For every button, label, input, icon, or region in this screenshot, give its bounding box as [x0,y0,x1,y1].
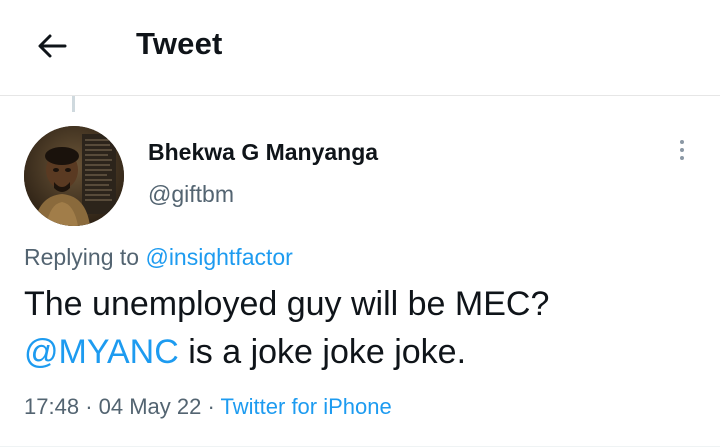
page-title: Tweet [136,26,223,61]
bottom-divider [0,446,720,447]
arrow-left-icon [38,34,67,58]
vertical-ellipsis-icon [680,140,684,144]
tweet-text-line-2: @MYANC is a joke joke joke. [24,328,704,376]
thread-connector-line [72,96,75,112]
replying-to-line: Replying to @insightfactor [24,242,293,272]
tweet-date: 04 May 22 [98,394,202,419]
replying-to-mention-link[interactable]: @insightfactor [145,244,292,270]
tweet-meta: 17:48 · 04 May 22 · Twitter for iPhone [24,392,392,422]
meta-separator: · [85,394,93,419]
tweet-text: The unemployed guy will be MEC? @MYANC i… [24,280,704,376]
ellipsis-dot [680,148,684,152]
meta-separator: · [207,394,215,419]
author-display-name[interactable]: Bhekwa G Manyanga [148,138,378,166]
replying-to-prefix: Replying to [24,244,140,270]
tweet-time: 17:48 [24,394,80,419]
author-handle[interactable]: @giftbm [148,180,234,208]
avatar[interactable] [24,126,124,226]
tweet-text-line-2-rest: is a joke joke joke. [178,333,467,371]
ellipsis-dot [680,156,684,160]
more-options-button[interactable] [664,132,700,168]
tweet-text-line-1: The unemployed guy will be MEC? [24,285,550,323]
back-button[interactable] [30,24,74,68]
profile-photo [24,126,124,226]
header-divider [0,95,720,96]
tweet-source-link[interactable]: Twitter for iPhone [221,394,392,419]
top-bar: Tweet [0,0,720,94]
tweet-mention-link[interactable]: @MYANC [24,333,179,371]
